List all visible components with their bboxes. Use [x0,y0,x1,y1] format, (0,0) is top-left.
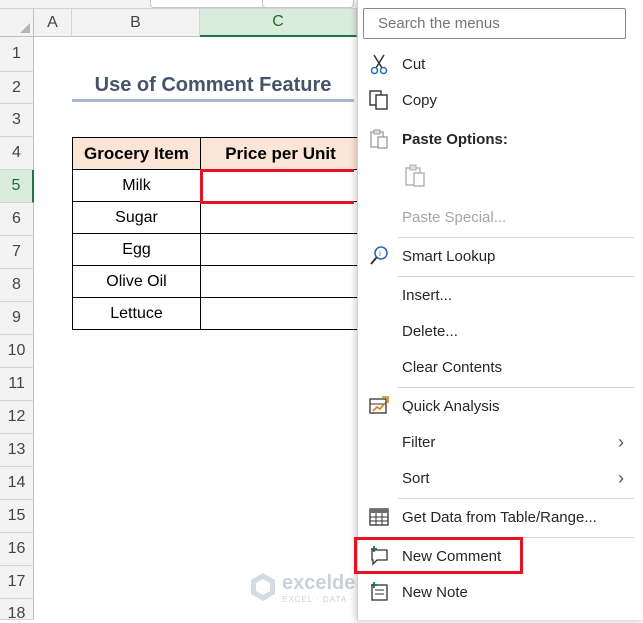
watermark-subtitle: EXCEL · DATA · BI [282,595,367,604]
row-header[interactable]: 3 [0,104,34,137]
scissors-icon [366,52,392,76]
cell-item[interactable]: Olive Oil [72,265,201,298]
context-menu: Cut Copy Paste Options: Paste Special...… [357,0,643,620]
row-header[interactable]: 14 [0,467,34,500]
row-header[interactable]: 11 [0,368,34,401]
row-header[interactable]: 17 [0,566,34,599]
cell-item[interactable]: Lettuce [72,297,201,330]
cell-price[interactable] [200,265,361,298]
row-header[interactable]: 8 [0,269,34,302]
row-header[interactable]: 16 [0,533,34,566]
row-header[interactable]: 1 [0,37,34,72]
row-header[interactable]: 10 [0,335,34,368]
column-header-a[interactable]: A [34,9,72,37]
new-comment-highlight [354,537,523,574]
cell-price[interactable] [200,233,361,266]
menu-item-label: Delete... [402,322,458,340]
clipboard-icon [366,127,392,151]
copy-icon [366,88,392,112]
row-header[interactable]: 12 [0,401,34,434]
menu-item-label: Paste Options: [402,130,508,148]
menu-item-label: Quick Analysis [402,397,500,415]
menu-item-sort[interactable]: Sort › [358,461,643,495]
menu-item-get-data[interactable]: Get Data from Table/Range... [358,500,643,534]
cell-item[interactable]: Egg [72,233,201,266]
menu-item-label: Copy [402,91,438,109]
row-header[interactable]: 7 [0,236,34,269]
menu-item-copy[interactable]: Copy [358,83,643,117]
paste-button-row [358,160,643,194]
exceldemy-logo-icon [251,573,275,601]
menu-item-new-note[interactable]: New Note [358,575,643,609]
menu-item-delete[interactable]: Delete... [358,314,643,348]
chevron-right-icon: › [618,467,624,488]
row-header[interactable]: 9 [0,302,34,335]
menu-separator [398,237,634,238]
header-price-per-unit[interactable]: Price per Unit [200,137,361,170]
menu-item-paste-options: Paste Options: [358,122,643,156]
row-header-selected[interactable]: 5 [0,170,34,203]
menu-item-paste-special: Paste Special... [358,200,643,234]
menu-item-label: Clear Contents [402,358,503,376]
column-header-b[interactable]: B [72,9,200,37]
ribbon-control[interactable] [150,0,272,8]
menu-item-filter[interactable]: Filter › [358,425,643,459]
row-header[interactable]: 18 [0,599,34,622]
header-grocery-item[interactable]: Grocery Item [72,137,201,170]
chevron-right-icon: › [618,431,624,452]
menu-item-label: Smart Lookup [402,247,496,265]
ribbon-control[interactable] [262,0,354,8]
search-menus-input[interactable] [363,8,626,39]
menu-item-smart-lookup[interactable]: i Smart Lookup [358,239,643,273]
menu-item-label: Insert... [402,286,453,304]
menu-item-label: Sort [402,469,430,487]
row-header[interactable]: 2 [0,72,34,104]
menu-separator [398,387,634,388]
menu-separator [398,276,634,277]
note-icon [366,580,392,604]
select-all-corner[interactable] [0,9,34,37]
menu-item-clear-contents[interactable]: Clear Contents [358,350,643,384]
cell-price[interactable] [200,297,361,330]
menu-item-label: Paste Special... [402,208,507,226]
svg-text:i: i [379,250,381,258]
row-header[interactable]: 13 [0,434,34,467]
table-icon [366,505,392,529]
menu-item-label: New Note [402,583,468,601]
quick-analysis-icon [366,394,392,418]
row-header[interactable]: 6 [0,203,34,236]
row-header[interactable]: 15 [0,500,34,533]
sheet-title: Use of Comment Feature [72,72,354,102]
menu-item-cut[interactable]: Cut [358,47,643,81]
clipboard-icon[interactable] [402,164,428,188]
cell-item[interactable]: Milk [72,169,201,202]
selected-cell-c5[interactable] [200,169,354,204]
menu-item-label: Cut [402,55,426,73]
menu-item-insert[interactable]: Insert... [358,278,643,312]
menu-item-label: Get Data from Table/Range... [402,508,597,526]
menu-item-label: Filter [402,433,436,451]
cell-item[interactable]: Sugar [72,201,201,234]
cell-price[interactable] [200,201,361,234]
menu-separator [398,498,634,499]
menu-item-quick-analysis[interactable]: Quick Analysis [358,389,643,423]
row-header[interactable]: 4 [0,137,34,170]
grocery-table: Grocery Item Price per Unit Milk Sugar E… [72,137,361,330]
column-header-c[interactable]: C [200,9,357,37]
magnifier-icon: i [366,244,392,268]
